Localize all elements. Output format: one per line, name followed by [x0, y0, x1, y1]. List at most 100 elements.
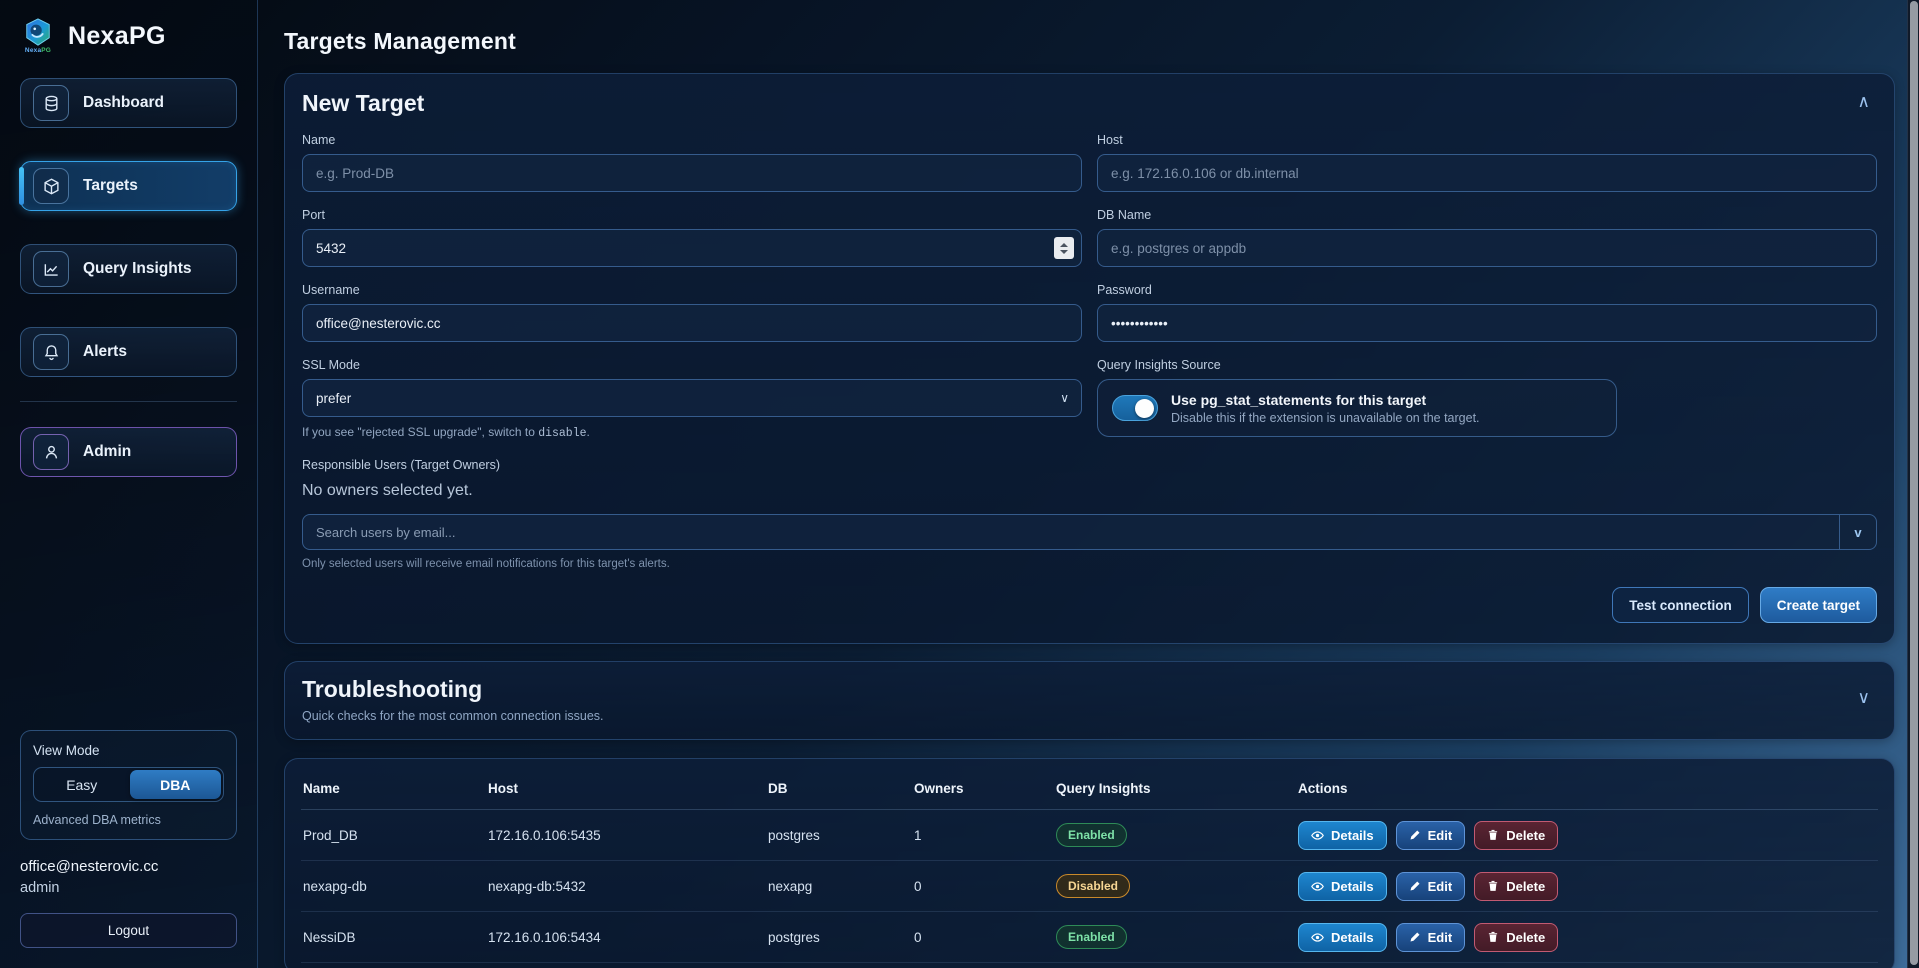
logo-caption: NexaPG: [25, 47, 51, 54]
owners-empty-text: No owners selected yet.: [302, 482, 1877, 500]
ssl-mode-select[interactable]: prefer ∨: [302, 379, 1082, 417]
col-host: Host: [486, 765, 766, 810]
col-name: Name: [301, 765, 486, 810]
troubleshooting-subtitle: Quick checks for the most common connect…: [302, 709, 1877, 723]
view-mode-option-easy[interactable]: Easy: [36, 770, 128, 799]
qi-toggle-title: Use pg_stat_statements for this target: [1171, 392, 1480, 408]
details-button[interactable]: Details: [1298, 923, 1387, 952]
logout-button[interactable]: Logout: [20, 913, 237, 948]
sidebar-bottom: View Mode Easy DBA Advanced DBA metrics …: [20, 730, 237, 948]
cell-host: nexapg-db:5432: [486, 861, 766, 912]
cell-query-insights: Enabled: [1054, 912, 1296, 963]
main-content: Targets Management ∧ New Target Name Hos…: [258, 0, 1919, 968]
chevron-down-icon[interactable]: ∨: [1858, 688, 1870, 708]
number-stepper[interactable]: [1054, 237, 1074, 259]
eye-icon: [1311, 880, 1324, 893]
database-icon: [33, 85, 69, 121]
sidebar-divider: [20, 401, 237, 402]
cell-owners: 1: [912, 810, 1054, 861]
delete-button[interactable]: Delete: [1474, 821, 1558, 850]
sidebar-item-label: Alerts: [83, 343, 127, 361]
user-role: admin: [20, 880, 237, 896]
password-input[interactable]: [1097, 304, 1877, 342]
view-mode-hint: Advanced DBA metrics: [33, 813, 224, 827]
status-badge: Enabled: [1056, 823, 1127, 847]
owner-search-note: Only selected users will receive email n…: [302, 558, 1877, 570]
form-actions: Test connection Create target: [302, 587, 1877, 623]
view-mode-option-dba[interactable]: DBA: [130, 770, 222, 799]
trash-icon: [1487, 880, 1499, 892]
bell-icon: [33, 334, 69, 370]
sidebar-item-admin[interactable]: Admin: [20, 427, 237, 477]
pencil-icon: [1409, 931, 1421, 943]
name-input[interactable]: [302, 154, 1082, 192]
cell-host: 172.16.0.106:5435: [486, 810, 766, 861]
cell-name: nexapg-db: [301, 861, 486, 912]
cell-db: postgres: [766, 810, 912, 861]
test-connection-button[interactable]: Test connection: [1612, 587, 1749, 623]
owners-label: Responsible Users (Target Owners): [302, 458, 1877, 472]
table-header-row: Name Host DB Owners Query Insights Actio…: [301, 765, 1878, 810]
owner-search-input[interactable]: [303, 515, 1839, 549]
chevron-up-icon[interactable]: ∧: [1858, 92, 1870, 112]
sidebar-item-dashboard[interactable]: Dashboard: [20, 78, 237, 128]
eye-icon: [1311, 931, 1324, 944]
cube-icon: [33, 168, 69, 204]
details-button[interactable]: Details: [1298, 821, 1387, 850]
pencil-icon: [1409, 880, 1421, 892]
cell-name: NessiDB: [301, 912, 486, 963]
scrollbar-thumb[interactable]: [1910, 1, 1918, 965]
delete-button[interactable]: Delete: [1474, 872, 1558, 901]
create-target-button[interactable]: Create target: [1760, 587, 1877, 623]
cell-owners: 0: [912, 912, 1054, 963]
vertical-scrollbar[interactable]: [1907, 0, 1919, 968]
ssl-mode-value: prefer: [316, 391, 351, 406]
password-label: Password: [1097, 283, 1877, 297]
sidebar: NexaPG NexaPG Dashboard Targets: [0, 0, 258, 968]
username-input[interactable]: [302, 304, 1082, 342]
details-button[interactable]: Details: [1298, 872, 1387, 901]
troubleshooting-card: ∨ Troubleshooting Quick checks for the m…: [284, 661, 1895, 740]
dropdown-caret-button[interactable]: v: [1839, 515, 1876, 549]
trash-icon: [1487, 829, 1499, 841]
username-label: Username: [302, 283, 1082, 297]
sidebar-nav: Dashboard Targets Query Insights: [20, 78, 237, 377]
delete-button[interactable]: Delete: [1474, 923, 1558, 952]
edit-button[interactable]: Edit: [1396, 923, 1466, 952]
host-input[interactable]: [1097, 154, 1877, 192]
cell-actions: Details Edit Delete: [1296, 861, 1878, 912]
col-query-insights: Query Insights: [1054, 765, 1296, 810]
col-db: DB: [766, 765, 912, 810]
table-row: Prod_DB 172.16.0.106:5435 postgres 1 Ena…: [301, 810, 1878, 861]
table-row: NessiDB 172.16.0.106:5434 postgres 0 Ena…: [301, 912, 1878, 963]
pencil-icon: [1409, 829, 1421, 841]
sidebar-item-label: Admin: [83, 443, 131, 461]
col-owners: Owners: [912, 765, 1054, 810]
status-badge: Enabled: [1056, 925, 1127, 949]
edit-button[interactable]: Edit: [1396, 872, 1466, 901]
ssl-help-text: If you see "rejected SSL upgrade", switc…: [302, 425, 1082, 440]
qi-source-panel: Use pg_stat_statements for this target D…: [1097, 379, 1617, 437]
eye-icon: [1311, 829, 1324, 842]
sidebar-item-alerts[interactable]: Alerts: [20, 327, 237, 377]
targets-table-body: Prod_DB 172.16.0.106:5435 postgres 1 Ena…: [301, 810, 1878, 963]
qi-toggle[interactable]: [1112, 395, 1158, 421]
trash-icon: [1487, 931, 1499, 943]
cell-actions: Details Edit Delete: [1296, 810, 1878, 861]
cell-query-insights: Enabled: [1054, 810, 1296, 861]
db-name-input[interactable]: [1097, 229, 1877, 267]
view-mode-card: View Mode Easy DBA Advanced DBA metrics: [20, 730, 237, 840]
view-mode-label: View Mode: [33, 743, 224, 758]
sidebar-item-query-insights[interactable]: Query Insights: [20, 244, 237, 294]
cell-db: nexapg: [766, 861, 912, 912]
sidebar-item-targets[interactable]: Targets: [20, 161, 237, 211]
edit-button[interactable]: Edit: [1396, 821, 1466, 850]
name-label: Name: [302, 133, 1082, 147]
owner-search: v: [302, 514, 1877, 550]
new-target-form: Name Host Port DB Name Username: [302, 133, 1877, 456]
nexapg-logo-icon: [23, 18, 53, 48]
port-input[interactable]: [302, 229, 1082, 267]
page-title: Targets Management: [284, 28, 1895, 55]
port-label: Port: [302, 208, 1082, 222]
person-icon: [33, 434, 69, 470]
